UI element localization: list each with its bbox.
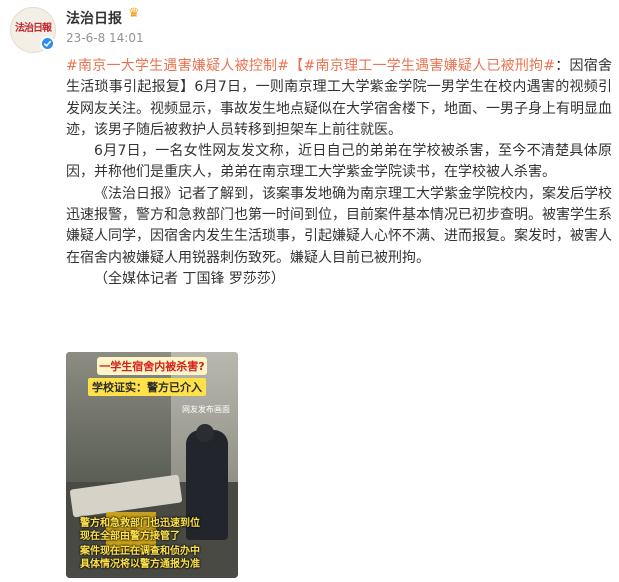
account-name[interactable]: 法治日报 [66, 8, 122, 28]
post-paragraph-3: 《法治日报》记者了解到，该案事发地确为南京理工大学紫金学院校内，案发后学校迅速报… [66, 185, 612, 266]
post-text: #南京一大学生遇害嫌疑人被控制#【#南京理工一学生遇害嫌疑人已被刑拘#：因宿舍生… [66, 56, 612, 290]
video-subtitle-4: 具体情况将以警方通报为准 [80, 559, 200, 570]
video-subtitle-2: 现在全部由警方接管了 [80, 531, 180, 542]
post-paragraph-2: 6月7日，一名女性网友发文称，近日自己的弟弟在学校被杀害，至今不清楚具体原因，并… [66, 143, 612, 181]
video-scene-person-head [196, 424, 214, 442]
topic-link-1[interactable]: #南京一大学生遇害嫌疑人被控制# [66, 58, 289, 74]
topic-link-2[interactable]: 【#南京理工一学生遇害嫌疑人已被刑拘# [289, 58, 555, 74]
crown-icon: ♛ [128, 6, 140, 21]
video-subtitle-1: 警方和急救部门也迅速到位 [80, 518, 200, 529]
post-paragraph-4: （全媒体记者 丁国锋 罗莎莎） [94, 270, 285, 287]
video-thumbnail[interactable]: 一学生宿舍内被杀害? 学校证实：警方已介入 网友发布画面 警方和急救部门也迅速到… [66, 352, 238, 578]
post-timestamp[interactable]: 23-6-8 14:01 [66, 31, 144, 45]
avatar-logo: 法治日報 [15, 23, 52, 34]
video-caption-badge: 学校证实：警方已介入 [88, 378, 206, 396]
video-caption-source: 网友发布画面 [182, 405, 230, 414]
video-caption-top: 一学生宿舍内被杀害? [97, 357, 207, 375]
verified-badge-icon [40, 36, 55, 51]
video-subtitle-3: 案件现在正在调查和侦办中 [80, 546, 200, 557]
